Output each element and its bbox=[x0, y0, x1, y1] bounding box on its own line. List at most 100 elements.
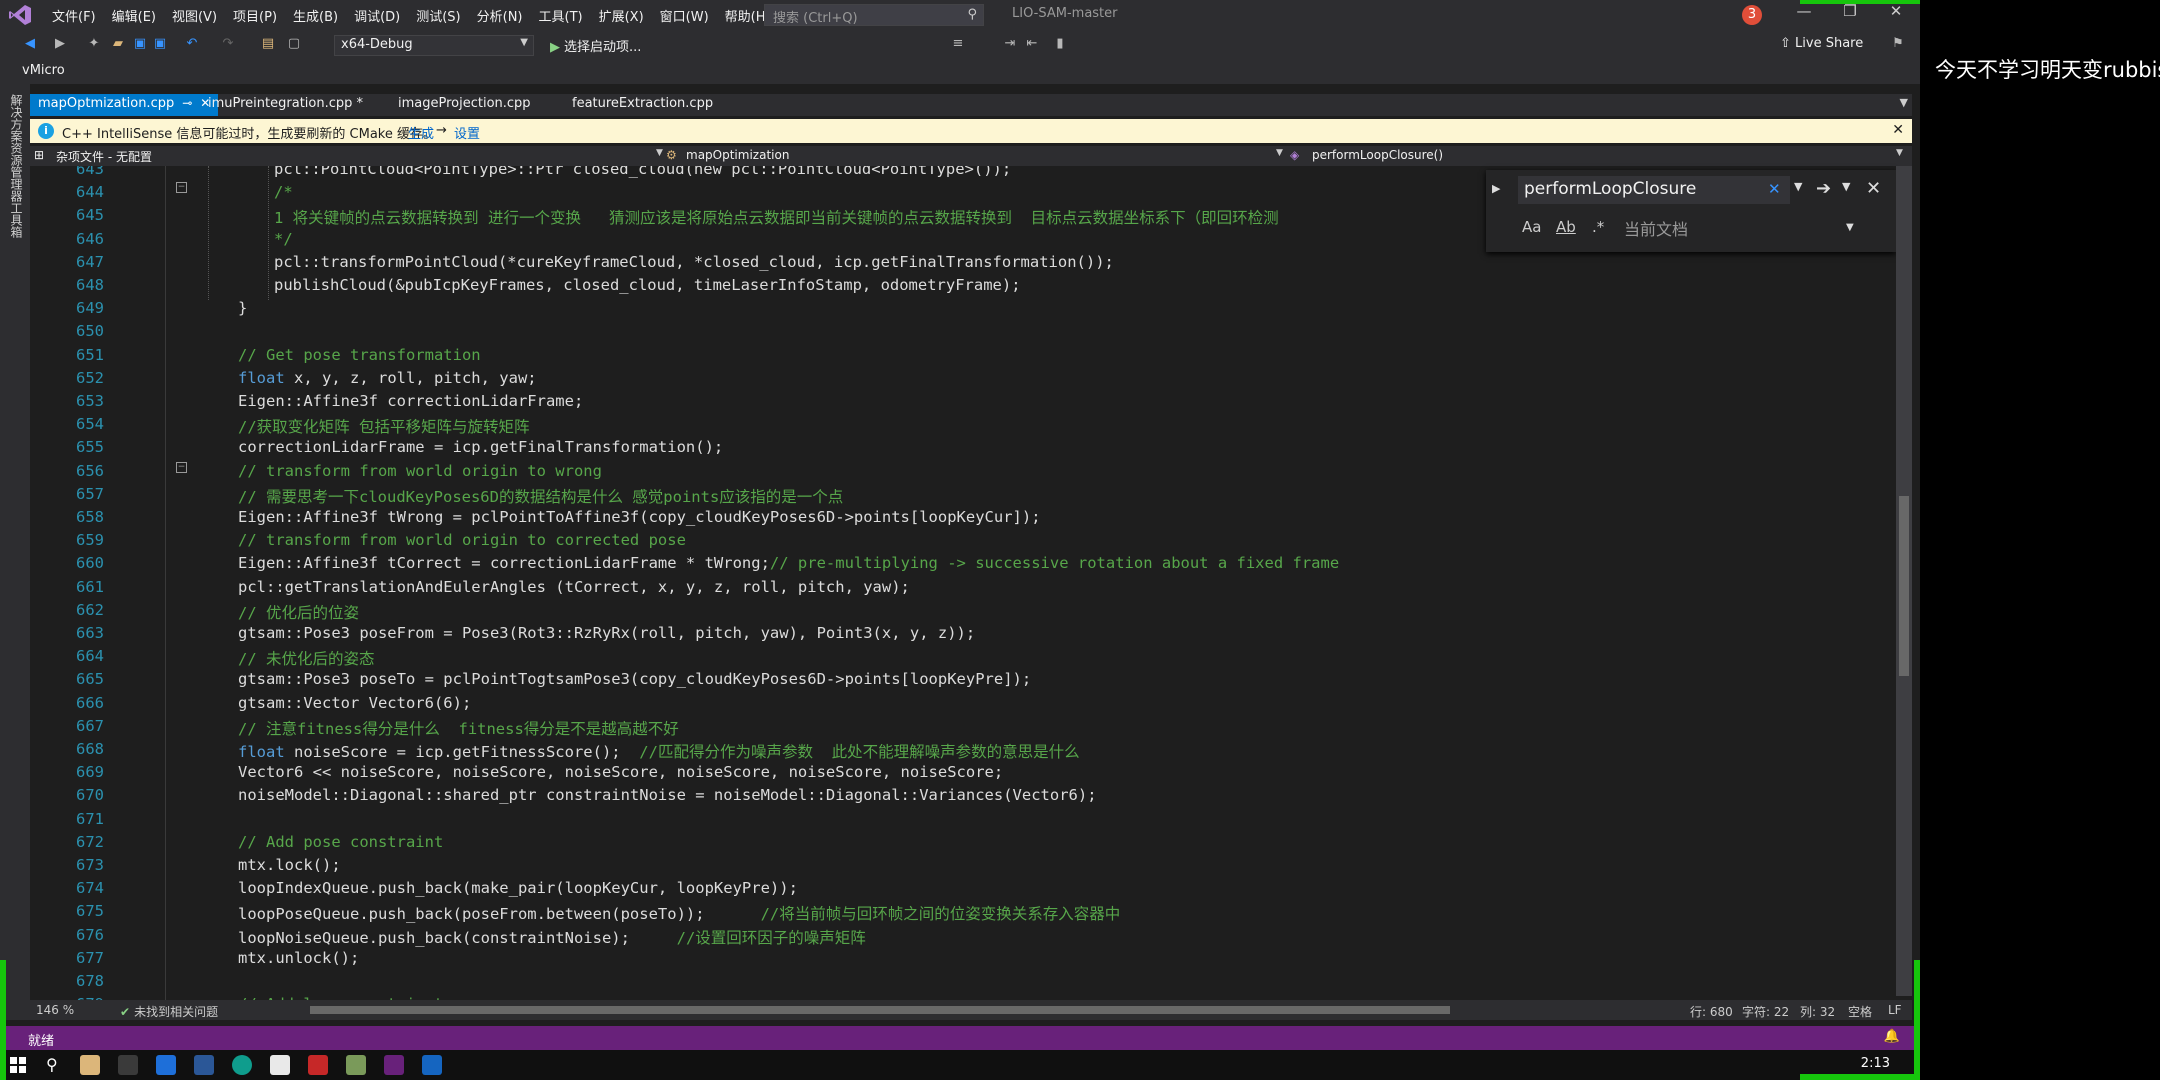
code-line[interactable]: 648 publishCloud(&pubIcpKeyFrames, closed… bbox=[30, 276, 1896, 299]
notepad-icon[interactable] bbox=[270, 1055, 290, 1075]
close-find-icon[interactable]: ✕ bbox=[1866, 178, 1881, 199]
code-line[interactable]: 649} bbox=[30, 299, 1896, 322]
menu-file[interactable]: 文件(F) bbox=[44, 6, 104, 25]
toolbox-tab[interactable]: 工具箱 bbox=[8, 202, 25, 238]
new-project-icon[interactable]: ✦ bbox=[86, 36, 102, 52]
redo-icon[interactable]: ↷ bbox=[220, 36, 236, 52]
chevron-down-icon[interactable]: ▼ bbox=[1896, 148, 1903, 158]
find-next-options-icon[interactable]: ▼ bbox=[1842, 180, 1850, 193]
build-link[interactable]: 生成 bbox=[408, 123, 434, 142]
code-line[interactable]: 678 bbox=[30, 972, 1896, 995]
undo-icon[interactable]: ↶ bbox=[184, 36, 200, 52]
configuration-dropdown[interactable]: x64-Debug ▼ bbox=[334, 35, 534, 56]
tab-imageprojection[interactable]: imageProjection.cpp bbox=[390, 94, 539, 116]
find-in-files-icon[interactable]: ▤ bbox=[260, 36, 276, 52]
chevron-down-icon[interactable]: ▼ bbox=[1276, 148, 1283, 158]
vertical-scrollbar[interactable] bbox=[1896, 166, 1912, 996]
menu-edit[interactable]: 编辑(E) bbox=[104, 6, 164, 25]
settings-link[interactable]: 设置 bbox=[454, 123, 480, 142]
minimize-button[interactable]: — bbox=[1784, 2, 1824, 20]
member-dropdown[interactable]: performLoopClosure() bbox=[1312, 148, 1443, 162]
open-folder-icon[interactable]: ▰ bbox=[110, 36, 126, 52]
code-line[interactable]: 654 //获取变化矩阵 包括平移矩阵与旋转矩阵 bbox=[30, 415, 1896, 438]
zoom-level[interactable]: 146 % bbox=[36, 1003, 74, 1017]
menu-debug[interactable]: 调试(D) bbox=[346, 6, 408, 25]
code-line[interactable]: 673 mtx.lock(); bbox=[30, 856, 1896, 879]
menu-view[interactable]: 视图(V) bbox=[164, 6, 225, 25]
code-line[interactable]: 666 gtsam::Vector Vector6(6); bbox=[30, 694, 1896, 717]
outdent-icon[interactable]: ⇤ bbox=[1024, 36, 1040, 52]
code-line[interactable]: 655 correctionLidarFrame = icp.getFinalTr… bbox=[30, 438, 1896, 461]
windows-start-icon[interactable] bbox=[10, 1057, 26, 1073]
global-search-input[interactable]: 搜索 (Ctrl+Q) ⚲ bbox=[764, 4, 984, 26]
menu-analyze[interactable]: 分析(N) bbox=[469, 6, 531, 25]
code-line[interactable]: 672 // Add pose constraint bbox=[30, 833, 1896, 856]
menu-window[interactable]: 窗口(W) bbox=[652, 6, 717, 25]
feedback-icon[interactable]: ⚑ bbox=[1890, 36, 1906, 52]
store-icon[interactable] bbox=[118, 1055, 138, 1075]
pin-icon[interactable]: ⊸ bbox=[182, 96, 192, 110]
code-line[interactable]: 677 mtx.unlock(); bbox=[30, 949, 1896, 972]
spacing-indicator[interactable]: 空格 bbox=[1848, 1003, 1872, 1020]
clear-search-icon[interactable]: ✕ bbox=[1768, 180, 1781, 198]
code-line[interactable]: 668 float noiseScore = icp.getFitnessScor… bbox=[30, 740, 1896, 763]
search-options-icon[interactable]: ▼ bbox=[1794, 180, 1802, 193]
code-line[interactable]: 659 // transform from world origin to cor… bbox=[30, 531, 1896, 554]
app-icon[interactable] bbox=[346, 1055, 366, 1075]
chevron-down-icon[interactable]: ▼ bbox=[656, 148, 663, 158]
scrollbar-thumb[interactable] bbox=[1899, 496, 1909, 676]
navigate-back-icon[interactable]: ◀ bbox=[22, 36, 38, 52]
code-line[interactable]: 676 loopNoiseQueue.push_back(constraintNo… bbox=[30, 926, 1896, 949]
code-line[interactable]: 647 pcl::transformPointCloud(*cureKeyfram… bbox=[30, 253, 1896, 276]
code-line[interactable]: 675 loopPoseQueue.push_back(poseFrom.betw… bbox=[30, 902, 1896, 925]
start-debug-button[interactable]: ▶ 选择启动项... bbox=[550, 36, 641, 55]
code-line[interactable]: 664 // 未优化后的姿态 bbox=[30, 647, 1896, 670]
code-editor[interactable]: − − 643 pcl::PointCloud<PointType>::Ptr c… bbox=[30, 166, 1896, 1000]
code-line[interactable]: 656 // transform from world origin to wro… bbox=[30, 462, 1896, 485]
solution-config-icon[interactable]: ▢ bbox=[286, 36, 302, 52]
app-icon[interactable] bbox=[194, 1055, 214, 1075]
mail-icon[interactable] bbox=[156, 1055, 176, 1075]
chevron-down-icon[interactable]: ▼ bbox=[1846, 222, 1854, 233]
tab-mapoptmization[interactable]: mapOptmization.cpp ⊸ ✕ bbox=[30, 94, 219, 116]
scope-dropdown[interactable]: mapOptimization bbox=[686, 148, 789, 162]
visual-studio-taskbar-icon[interactable] bbox=[384, 1055, 404, 1075]
code-line[interactable]: 674 loopIndexQueue.push_back(make_pair(lo… bbox=[30, 879, 1896, 902]
search-icon[interactable]: ⚲ bbox=[967, 7, 977, 22]
code-line[interactable]: 669 Vector6 << noiseScore, noiseScore, no… bbox=[30, 763, 1896, 786]
code-line[interactable]: 667 // 注意fitness得分是什么 fitness得分是不是越高越不好 bbox=[30, 717, 1896, 740]
issues-indicator[interactable]: ✔ 未找到相关问题 bbox=[120, 1003, 218, 1020]
visual-studio-logo-icon[interactable] bbox=[8, 4, 32, 26]
tab-imupreintegration[interactable]: imuPreintegration.cpp * bbox=[200, 94, 371, 116]
notifications-bell-icon[interactable]: 🔔 bbox=[1884, 1029, 1900, 1044]
find-next-icon[interactable]: ➔ bbox=[1816, 178, 1831, 199]
code-line[interactable]: 650 bbox=[30, 322, 1896, 345]
tab-overflow-icon[interactable]: ▼ bbox=[1900, 96, 1908, 109]
code-line[interactable]: 663 gtsam::Pose3 poseFrom = Pose3(Rot3::R… bbox=[30, 624, 1896, 647]
code-line[interactable]: 658 Eigen::Affine3f tWrong = pclPointToAf… bbox=[30, 508, 1896, 531]
code-line[interactable]: 652 float x, y, z, roll, pitch, yaw; bbox=[30, 369, 1896, 392]
code-line[interactable]: 660 Eigen::Affine3f tCorrect = correction… bbox=[30, 554, 1896, 577]
toggle-replace-icon[interactable]: ▶ bbox=[1492, 182, 1500, 195]
tab-featureextraction[interactable]: featureExtraction.cpp bbox=[564, 94, 721, 116]
code-line[interactable]: 653 Eigen::Affine3f correctionLidarFrame; bbox=[30, 392, 1896, 415]
search-icon[interactable]: ⚲ bbox=[46, 1055, 58, 1074]
app-icon[interactable] bbox=[308, 1055, 328, 1075]
navigate-forward-icon[interactable]: ▶ bbox=[52, 36, 68, 52]
edge-browser-icon[interactable] bbox=[232, 1055, 252, 1075]
code-line[interactable]: 651 // Get pose transformation bbox=[30, 346, 1896, 369]
code-line[interactable]: 670 noiseModel::Diagonal::shared_ptr cons… bbox=[30, 786, 1896, 809]
save-icon[interactable]: ▣ bbox=[132, 36, 148, 52]
photos-icon[interactable] bbox=[422, 1055, 442, 1075]
find-input[interactable]: performLoopClosure bbox=[1518, 176, 1790, 204]
eol-indicator[interactable]: LF bbox=[1888, 1003, 1902, 1017]
menu-extensions[interactable]: 扩展(X) bbox=[591, 6, 652, 25]
menu-project[interactable]: 项目(P) bbox=[225, 6, 285, 25]
whole-word-icon[interactable]: Ab bbox=[1556, 218, 1576, 236]
code-line[interactable]: 662 // 优化后的位姿 bbox=[30, 601, 1896, 624]
file-explorer-icon[interactable] bbox=[80, 1055, 100, 1075]
solution-explorer-tab[interactable]: 解决方案资源管理器 bbox=[8, 94, 25, 202]
save-all-icon[interactable]: ▣ bbox=[152, 36, 168, 52]
line-indicator[interactable]: 行: 680 bbox=[1690, 1003, 1733, 1020]
code-line[interactable]: 671 bbox=[30, 810, 1896, 833]
